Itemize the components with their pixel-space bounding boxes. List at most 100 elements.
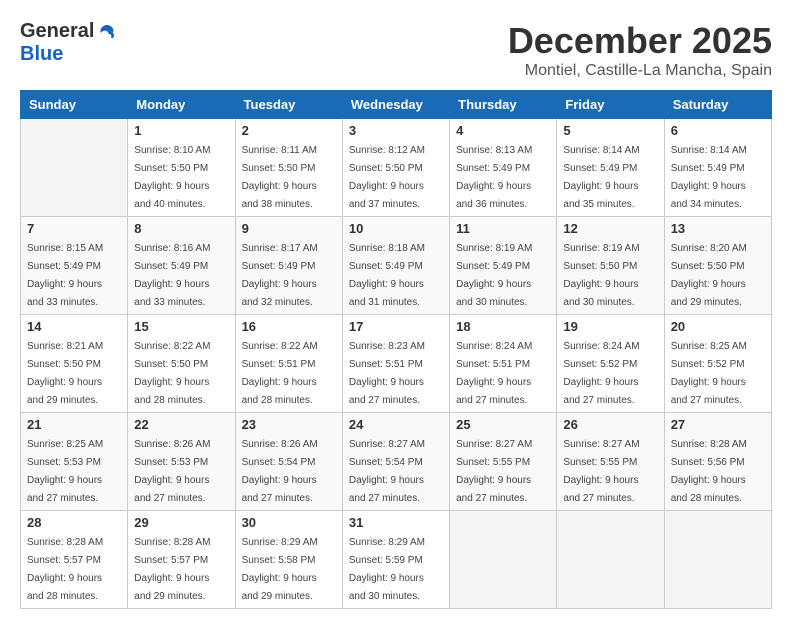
logo-bottom-row: Blue (20, 43, 63, 66)
day-number: 15 (134, 319, 228, 334)
day-info: Sunrise: 8:14 AMSunset: 5:49 PMDaylight:… (563, 145, 639, 210)
day-info: Sunrise: 8:12 AMSunset: 5:50 PMDaylight:… (349, 145, 425, 210)
day-number: 16 (242, 319, 336, 334)
day-number: 28 (27, 515, 121, 530)
day-number: 5 (563, 123, 657, 138)
day-info: Sunrise: 8:26 AMSunset: 5:54 PMDaylight:… (242, 439, 318, 504)
day-number: 9 (242, 221, 336, 236)
calendar-cell (21, 119, 128, 217)
calendar-cell (557, 511, 664, 609)
day-number: 6 (671, 123, 765, 138)
day-info: Sunrise: 8:27 AMSunset: 5:55 PMDaylight:… (456, 439, 532, 504)
calendar-cell: 31 Sunrise: 8:29 AMSunset: 5:59 PMDaylig… (342, 511, 449, 609)
calendar-cell: 14 Sunrise: 8:21 AMSunset: 5:50 PMDaylig… (21, 315, 128, 413)
calendar-cell (664, 511, 771, 609)
calendar-cell: 21 Sunrise: 8:25 AMSunset: 5:53 PMDaylig… (21, 413, 128, 511)
calendar-cell: 25 Sunrise: 8:27 AMSunset: 5:55 PMDaylig… (450, 413, 557, 511)
day-info: Sunrise: 8:25 AMSunset: 5:53 PMDaylight:… (27, 439, 103, 504)
calendar-cell: 7 Sunrise: 8:15 AMSunset: 5:49 PMDayligh… (21, 217, 128, 315)
calendar-cell: 13 Sunrise: 8:20 AMSunset: 5:50 PMDaylig… (664, 217, 771, 315)
calendar-cell: 4 Sunrise: 8:13 AMSunset: 5:49 PMDayligh… (450, 119, 557, 217)
day-number: 25 (456, 417, 550, 432)
page-header: General Blue December 2025 Montiel, Cast… (20, 20, 772, 80)
col-monday: Monday (128, 91, 235, 119)
calendar-cell: 26 Sunrise: 8:27 AMSunset: 5:55 PMDaylig… (557, 413, 664, 511)
calendar-cell: 30 Sunrise: 8:29 AMSunset: 5:58 PMDaylig… (235, 511, 342, 609)
day-info: Sunrise: 8:22 AMSunset: 5:50 PMDaylight:… (134, 341, 210, 406)
day-info: Sunrise: 8:19 AMSunset: 5:50 PMDaylight:… (563, 243, 639, 308)
calendar-cell: 23 Sunrise: 8:26 AMSunset: 5:54 PMDaylig… (235, 413, 342, 511)
day-number: 11 (456, 221, 550, 236)
calendar-cell: 12 Sunrise: 8:19 AMSunset: 5:50 PMDaylig… (557, 217, 664, 315)
calendar-week-row-4: 28 Sunrise: 8:28 AMSunset: 5:57 PMDaylig… (21, 511, 772, 609)
logo-bird-icon (97, 23, 117, 43)
calendar-cell: 8 Sunrise: 8:16 AMSunset: 5:49 PMDayligh… (128, 217, 235, 315)
calendar-cell: 28 Sunrise: 8:28 AMSunset: 5:57 PMDaylig… (21, 511, 128, 609)
day-info: Sunrise: 8:24 AMSunset: 5:51 PMDaylight:… (456, 341, 532, 406)
day-info: Sunrise: 8:10 AMSunset: 5:50 PMDaylight:… (134, 145, 210, 210)
day-info: Sunrise: 8:26 AMSunset: 5:53 PMDaylight:… (134, 439, 210, 504)
day-number: 23 (242, 417, 336, 432)
logo-blue-text: Blue (20, 43, 63, 66)
day-number: 10 (349, 221, 443, 236)
day-info: Sunrise: 8:22 AMSunset: 5:51 PMDaylight:… (242, 341, 318, 406)
day-info: Sunrise: 8:28 AMSunset: 5:56 PMDaylight:… (671, 439, 747, 504)
day-info: Sunrise: 8:24 AMSunset: 5:52 PMDaylight:… (563, 341, 639, 406)
day-number: 14 (27, 319, 121, 334)
day-number: 8 (134, 221, 228, 236)
col-wednesday: Wednesday (342, 91, 449, 119)
day-number: 21 (27, 417, 121, 432)
day-number: 31 (349, 515, 443, 530)
day-number: 29 (134, 515, 228, 530)
day-number: 2 (242, 123, 336, 138)
calendar-table: Sunday Monday Tuesday Wednesday Thursday… (20, 90, 772, 609)
day-info: Sunrise: 8:17 AMSunset: 5:49 PMDaylight:… (242, 243, 318, 308)
calendar-cell: 6 Sunrise: 8:14 AMSunset: 5:49 PMDayligh… (664, 119, 771, 217)
day-number: 18 (456, 319, 550, 334)
day-number: 12 (563, 221, 657, 236)
day-info: Sunrise: 8:18 AMSunset: 5:49 PMDaylight:… (349, 243, 425, 308)
calendar-week-row-1: 7 Sunrise: 8:15 AMSunset: 5:49 PMDayligh… (21, 217, 772, 315)
col-sunday: Sunday (21, 91, 128, 119)
calendar-week-row-2: 14 Sunrise: 8:21 AMSunset: 5:50 PMDaylig… (21, 315, 772, 413)
calendar-header-row: Sunday Monday Tuesday Wednesday Thursday… (21, 91, 772, 119)
day-number: 17 (349, 319, 443, 334)
day-info: Sunrise: 8:28 AMSunset: 5:57 PMDaylight:… (134, 537, 210, 602)
logo-general-text: General (20, 20, 94, 43)
day-number: 20 (671, 319, 765, 334)
day-number: 1 (134, 123, 228, 138)
day-number: 7 (27, 221, 121, 236)
calendar-cell: 17 Sunrise: 8:23 AMSunset: 5:51 PMDaylig… (342, 315, 449, 413)
day-number: 22 (134, 417, 228, 432)
day-info: Sunrise: 8:23 AMSunset: 5:51 PMDaylight:… (349, 341, 425, 406)
calendar-cell: 9 Sunrise: 8:17 AMSunset: 5:49 PMDayligh… (235, 217, 342, 315)
day-info: Sunrise: 8:16 AMSunset: 5:49 PMDaylight:… (134, 243, 210, 308)
logo: General Blue (20, 20, 117, 66)
day-info: Sunrise: 8:27 AMSunset: 5:54 PMDaylight:… (349, 439, 425, 504)
day-number: 24 (349, 417, 443, 432)
calendar-cell: 2 Sunrise: 8:11 AMSunset: 5:50 PMDayligh… (235, 119, 342, 217)
col-thursday: Thursday (450, 91, 557, 119)
location-subtitle: Montiel, Castille-La Mancha, Spain (508, 62, 772, 80)
day-info: Sunrise: 8:27 AMSunset: 5:55 PMDaylight:… (563, 439, 639, 504)
month-year-title: December 2025 (508, 20, 772, 62)
calendar-cell: 29 Sunrise: 8:28 AMSunset: 5:57 PMDaylig… (128, 511, 235, 609)
col-friday: Friday (557, 91, 664, 119)
day-info: Sunrise: 8:25 AMSunset: 5:52 PMDaylight:… (671, 341, 747, 406)
day-number: 13 (671, 221, 765, 236)
col-tuesday: Tuesday (235, 91, 342, 119)
day-info: Sunrise: 8:19 AMSunset: 5:49 PMDaylight:… (456, 243, 532, 308)
day-number: 3 (349, 123, 443, 138)
calendar-cell: 15 Sunrise: 8:22 AMSunset: 5:50 PMDaylig… (128, 315, 235, 413)
calendar-cell: 18 Sunrise: 8:24 AMSunset: 5:51 PMDaylig… (450, 315, 557, 413)
logo-top-row: General (20, 20, 117, 43)
day-number: 27 (671, 417, 765, 432)
day-info: Sunrise: 8:14 AMSunset: 5:49 PMDaylight:… (671, 145, 747, 210)
calendar-cell: 19 Sunrise: 8:24 AMSunset: 5:52 PMDaylig… (557, 315, 664, 413)
day-number: 19 (563, 319, 657, 334)
day-info: Sunrise: 8:20 AMSunset: 5:50 PMDaylight:… (671, 243, 747, 308)
calendar-cell: 10 Sunrise: 8:18 AMSunset: 5:49 PMDaylig… (342, 217, 449, 315)
calendar-cell: 3 Sunrise: 8:12 AMSunset: 5:50 PMDayligh… (342, 119, 449, 217)
calendar-cell: 22 Sunrise: 8:26 AMSunset: 5:53 PMDaylig… (128, 413, 235, 511)
day-info: Sunrise: 8:21 AMSunset: 5:50 PMDaylight:… (27, 341, 103, 406)
